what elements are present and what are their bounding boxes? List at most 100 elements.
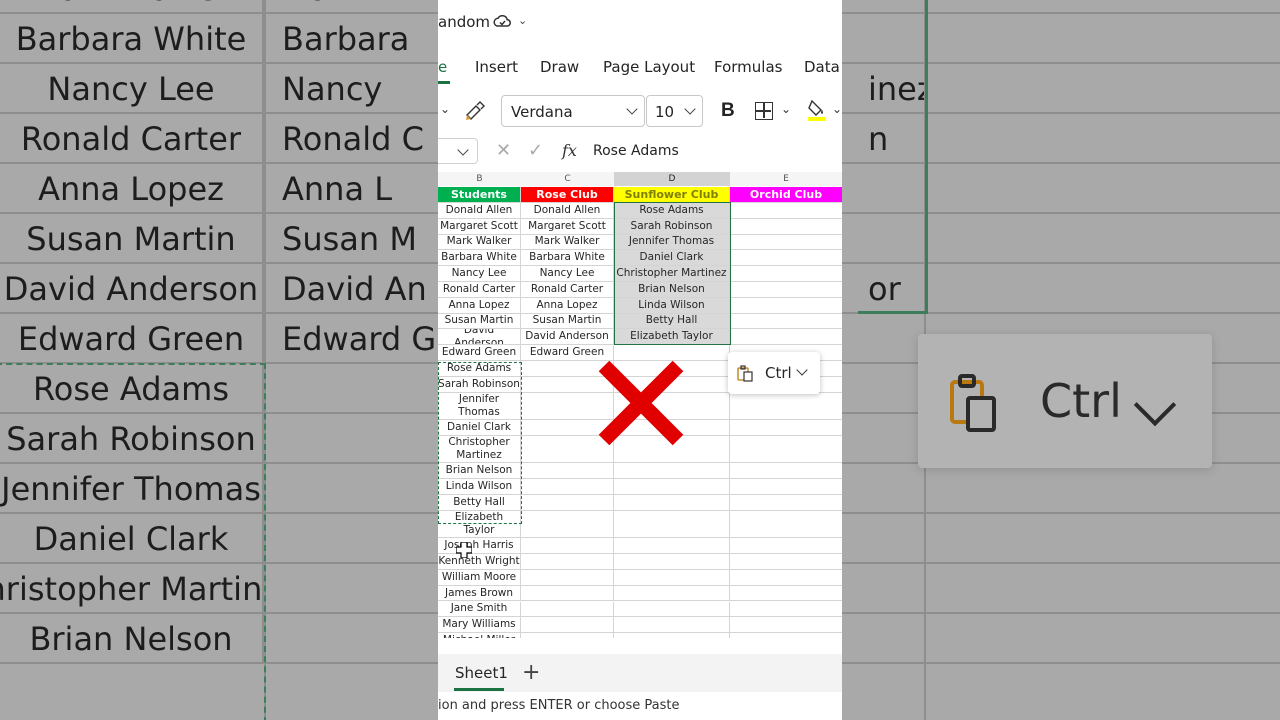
formula-input[interactable]: Rose Adams [593, 143, 679, 159]
cell-c[interactable] [521, 601, 614, 617]
enter-icon[interactable]: ✓ [528, 140, 543, 161]
add-sheet-button[interactable]: + [522, 660, 540, 685]
cell-b[interactable]: Linda Wilson [438, 479, 521, 494]
cell-c[interactable] [521, 633, 614, 638]
cell-d[interactable]: Christopher Martinez [614, 266, 730, 281]
autosave-icon[interactable] [493, 13, 511, 31]
cell-e[interactable] [730, 393, 842, 420]
cell-c[interactable] [521, 495, 614, 510]
cell-b[interactable]: Mark Walker [438, 234, 521, 250]
cell-d[interactable]: Elizabeth Taylor [614, 329, 730, 345]
cell-b[interactable]: Brian Nelson [438, 463, 521, 479]
cell-e[interactable] [730, 314, 842, 329]
header-cell-students[interactable]: Students [438, 187, 521, 202]
cell-d[interactable] [614, 538, 730, 554]
cell-c[interactable]: Susan Martin [521, 313, 614, 329]
cell-b[interactable]: James Brown [438, 585, 521, 601]
cell-d[interactable] [614, 463, 730, 479]
cell-e[interactable] [730, 266, 842, 281]
cell-e[interactable] [730, 602, 842, 617]
tab-insert[interactable]: Insert [475, 58, 518, 76]
font-name-select[interactable]: Verdana [501, 95, 645, 127]
cell-b[interactable]: Joseph Harris [438, 538, 521, 554]
cell-b[interactable]: Susan Martin [438, 313, 521, 329]
sheet-tab-sheet1[interactable]: Sheet1 [455, 664, 508, 682]
tab-page-layout[interactable]: Page Layout [603, 58, 695, 76]
chevron-down-icon[interactable]: ⌄ [781, 102, 791, 116]
column-header-e[interactable]: E [730, 172, 842, 186]
cell-d[interactable] [614, 617, 730, 633]
cell-b[interactable]: Nancy Lee [438, 266, 521, 281]
cell-b[interactable]: Barbara White [438, 250, 521, 266]
cell-b[interactable]: Rose Adams [438, 361, 521, 376]
cell-c[interactable] [521, 554, 614, 569]
bold-button[interactable]: B [721, 100, 735, 122]
cell-b[interactable]: Donald Allen [438, 203, 521, 218]
cell-e[interactable] [730, 298, 842, 313]
cell-e[interactable] [730, 570, 842, 585]
cell-d[interactable]: Brian Nelson [614, 282, 730, 297]
cell-c[interactable] [521, 585, 614, 601]
header-cell-rose-club[interactable]: Rose Club [521, 187, 614, 202]
cell-b[interactable]: William Moore [438, 569, 521, 585]
cell-c[interactable] [521, 479, 614, 494]
cell-c[interactable]: Ronald Carter [521, 282, 614, 297]
header-cell-orchid-club[interactable]: Orchid Club [730, 187, 842, 202]
borders-icon[interactable] [755, 102, 773, 120]
cell-d[interactable]: Betty Hall [614, 313, 730, 329]
cell-d[interactable]: Jennifer Thomas [614, 234, 730, 250]
cell-d[interactable]: Linda Wilson [614, 297, 730, 313]
cell-d[interactable] [614, 554, 730, 569]
cell-e[interactable] [730, 203, 842, 218]
font-size-select[interactable]: 10 [646, 95, 703, 127]
cell-e[interactable] [730, 250, 842, 265]
cell-b[interactable]: Michael Miller [438, 633, 521, 638]
cell-b[interactable]: Ronald Carter [438, 282, 521, 297]
cell-c[interactable] [521, 617, 614, 633]
cell-d[interactable] [614, 569, 730, 585]
cell-c[interactable] [521, 538, 614, 554]
cell-e[interactable] [730, 420, 842, 435]
cell-d[interactable] [614, 633, 730, 638]
cell-d[interactable]: Daniel Clark [614, 250, 730, 266]
cell-b[interactable]: Edward Green [438, 345, 521, 360]
cell-e[interactable] [730, 436, 842, 463]
cell-c[interactable]: Nancy Lee [521, 266, 614, 281]
cell-e[interactable] [730, 479, 842, 494]
cell-b[interactable]: Mary Williams [438, 617, 521, 633]
cell-b[interactable]: Christopher Martinez [438, 435, 521, 463]
fill-color-icon[interactable] [806, 98, 828, 122]
cell-e[interactable] [730, 495, 842, 510]
cell-c[interactable] [521, 510, 614, 538]
cell-e[interactable] [730, 633, 842, 638]
cell-e[interactable] [730, 511, 842, 538]
cell-b[interactable]: Kenneth Wright [438, 554, 521, 569]
cell-e[interactable] [730, 463, 842, 478]
chevron-down-icon[interactable]: ⌄ [440, 102, 450, 116]
chevron-down-icon[interactable]: ⌄ [832, 102, 842, 116]
header-cell-sunflower-club[interactable]: Sunflower Club [614, 187, 730, 202]
insert-function-icon[interactable]: fx [562, 141, 577, 160]
cell-c[interactable]: Margaret Scott [521, 218, 614, 234]
cell-d[interactable] [614, 601, 730, 617]
tab-data[interactable]: Data [804, 58, 840, 76]
cell-c[interactable] [521, 463, 614, 479]
cell-c[interactable]: Barbara White [521, 250, 614, 266]
cell-c[interactable]: David Anderson [521, 329, 614, 345]
cell-e[interactable] [730, 586, 842, 601]
worksheet-grid[interactable]: B C D E Students Rose Club Sunflower Clu… [438, 172, 842, 638]
cell-d[interactable] [614, 479, 730, 494]
cell-c[interactable]: Donald Allen [521, 203, 614, 218]
cell-d[interactable] [614, 495, 730, 510]
tab-home[interactable]: e [438, 58, 447, 76]
cell-b[interactable]: Jane Smith [438, 601, 521, 617]
cell-c[interactable] [521, 569, 614, 585]
column-header-d[interactable]: D [614, 172, 730, 186]
cell-d[interactable]: Sarah Robinson [614, 218, 730, 234]
name-box[interactable] [438, 138, 478, 164]
cell-c[interactable]: Mark Walker [521, 234, 614, 250]
cell-d[interactable]: Rose Adams [614, 203, 730, 218]
format-painter-icon[interactable] [464, 101, 486, 121]
cell-b[interactable]: Daniel Clark [438, 420, 521, 435]
chevron-down-icon[interactable]: ⌄ [518, 14, 527, 27]
